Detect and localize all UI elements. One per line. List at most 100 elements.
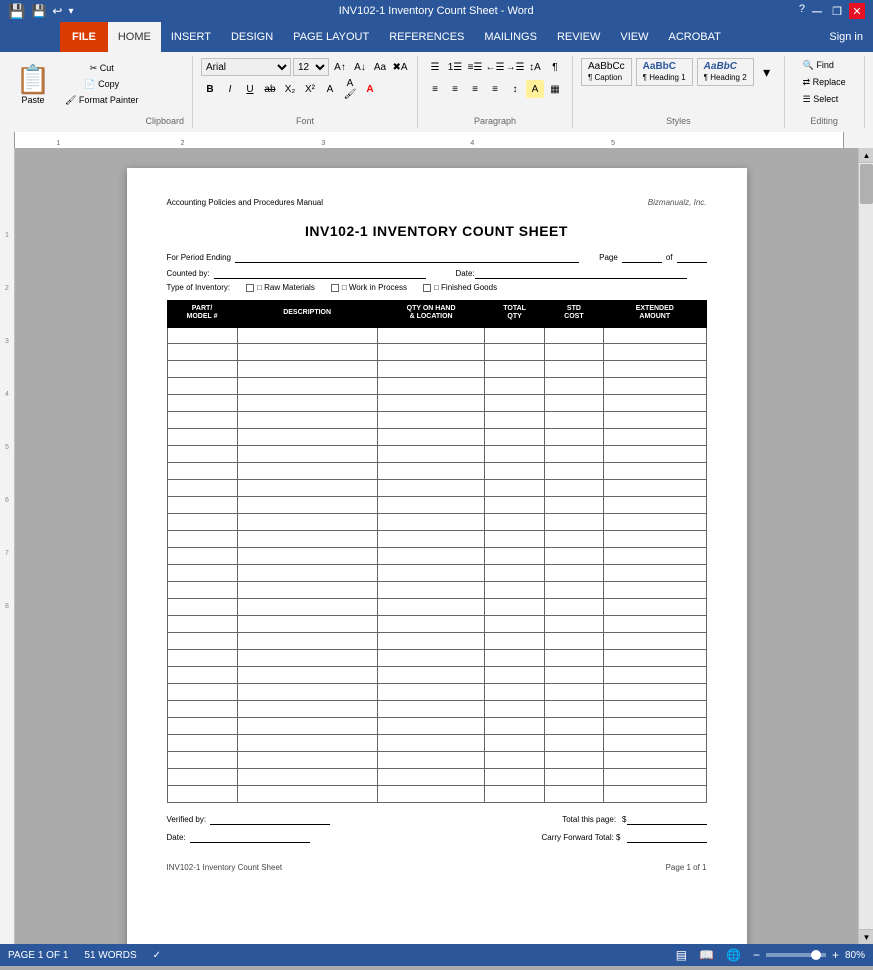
table-cell[interactable]: [604, 531, 706, 548]
close-button[interactable]: ✕: [849, 3, 865, 19]
table-cell[interactable]: [485, 497, 544, 514]
table-cell[interactable]: [167, 769, 237, 786]
quick-access-undo[interactable]: ↩: [52, 4, 62, 18]
table-cell[interactable]: [167, 429, 237, 446]
table-cell[interactable]: [544, 718, 603, 735]
table-cell[interactable]: [485, 718, 544, 735]
table-cell[interactable]: [167, 344, 237, 361]
table-cell[interactable]: [167, 616, 237, 633]
table-cell[interactable]: [377, 565, 485, 582]
table-cell[interactable]: [237, 599, 377, 616]
table-cell[interactable]: [485, 667, 544, 684]
table-cell[interactable]: [544, 514, 603, 531]
table-cell[interactable]: [377, 361, 485, 378]
table-cell[interactable]: [604, 650, 706, 667]
table-cell[interactable]: [544, 582, 603, 599]
table-cell[interactable]: [237, 361, 377, 378]
table-cell[interactable]: [485, 429, 544, 446]
find-button[interactable]: 🔍 Find: [798, 58, 839, 73]
table-cell[interactable]: [604, 786, 706, 803]
change-case-button[interactable]: Aa: [371, 58, 389, 76]
scroll-thumb[interactable]: [860, 164, 873, 204]
table-cell[interactable]: [237, 684, 377, 701]
table-cell[interactable]: [167, 633, 237, 650]
table-cell[interactable]: [604, 344, 706, 361]
table-cell[interactable]: [237, 650, 377, 667]
table-cell[interactable]: [544, 446, 603, 463]
table-cell[interactable]: [544, 344, 603, 361]
table-cell[interactable]: [544, 429, 603, 446]
table-cell[interactable]: [167, 684, 237, 701]
table-cell[interactable]: [485, 616, 544, 633]
strikethrough-button[interactable]: ab: [261, 80, 279, 98]
table-cell[interactable]: [237, 531, 377, 548]
table-cell[interactable]: [377, 786, 485, 803]
table-cell[interactable]: [485, 327, 544, 344]
table-cell[interactable]: [167, 514, 237, 531]
replace-button[interactable]: ⇄ Replace: [798, 75, 851, 90]
table-cell[interactable]: [377, 735, 485, 752]
work-in-process-checkbox[interactable]: [331, 284, 339, 292]
table-cell[interactable]: [604, 395, 706, 412]
table-cell[interactable]: [485, 752, 544, 769]
print-layout-button[interactable]: ▤: [674, 948, 689, 962]
table-cell[interactable]: [377, 752, 485, 769]
table-cell[interactable]: [604, 378, 706, 395]
full-reading-button[interactable]: 📖: [697, 948, 716, 962]
raw-materials-checkbox[interactable]: [246, 284, 254, 292]
table-cell[interactable]: [237, 769, 377, 786]
table-cell[interactable]: [485, 344, 544, 361]
table-cell[interactable]: [167, 735, 237, 752]
table-cell[interactable]: [604, 735, 706, 752]
italic-button[interactable]: I: [221, 80, 239, 98]
table-cell[interactable]: [544, 361, 603, 378]
table-cell[interactable]: [485, 361, 544, 378]
table-cell[interactable]: [604, 684, 706, 701]
table-cell[interactable]: [167, 548, 237, 565]
table-cell[interactable]: [604, 429, 706, 446]
table-cell[interactable]: [544, 786, 603, 803]
style-normal[interactable]: AaBbCc ¶ Caption: [581, 58, 632, 86]
table-cell[interactable]: [604, 361, 706, 378]
table-cell[interactable]: [544, 667, 603, 684]
tab-references[interactable]: REFERENCES: [379, 22, 474, 52]
style-heading1[interactable]: AaBbC ¶ Heading 1: [636, 58, 693, 86]
table-cell[interactable]: [485, 735, 544, 752]
table-cell[interactable]: [604, 446, 706, 463]
table-cell[interactable]: [167, 786, 237, 803]
subscript-button[interactable]: X₂: [281, 80, 299, 98]
font-color-button[interactable]: A: [361, 80, 379, 98]
show-formatting-button[interactable]: ¶: [546, 58, 564, 76]
superscript-button[interactable]: X²: [301, 80, 319, 98]
bold-button[interactable]: B: [201, 80, 219, 98]
table-cell[interactable]: [544, 650, 603, 667]
table-cell[interactable]: [544, 480, 603, 497]
table-cell[interactable]: [167, 565, 237, 582]
style-heading2[interactable]: AaBbC ¶ Heading 2: [697, 58, 754, 86]
table-cell[interactable]: [544, 701, 603, 718]
finished-goods-checkbox[interactable]: [423, 284, 431, 292]
multilevel-list-button[interactable]: ≡☰: [466, 58, 484, 76]
table-cell[interactable]: [544, 599, 603, 616]
table-cell[interactable]: [237, 514, 377, 531]
table-cell[interactable]: [544, 378, 603, 395]
table-cell[interactable]: [237, 548, 377, 565]
table-cell[interactable]: [377, 531, 485, 548]
table-cell[interactable]: [167, 752, 237, 769]
tab-home[interactable]: HOME: [108, 22, 161, 52]
scroll-down-button[interactable]: ▼: [859, 929, 873, 944]
table-cell[interactable]: [544, 684, 603, 701]
table-cell[interactable]: [544, 395, 603, 412]
table-cell[interactable]: [377, 327, 485, 344]
table-cell[interactable]: [544, 412, 603, 429]
table-cell[interactable]: [237, 701, 377, 718]
table-cell[interactable]: [604, 667, 706, 684]
sort-button[interactable]: ↕A: [526, 58, 544, 76]
table-cell[interactable]: [237, 327, 377, 344]
line-spacing-button[interactable]: ↕: [506, 80, 524, 98]
table-cell[interactable]: [237, 412, 377, 429]
tab-view[interactable]: VIEW: [610, 22, 658, 52]
justify-button[interactable]: ≡: [486, 80, 504, 98]
restore-button[interactable]: ❐: [829, 3, 845, 19]
table-cell[interactable]: [485, 582, 544, 599]
